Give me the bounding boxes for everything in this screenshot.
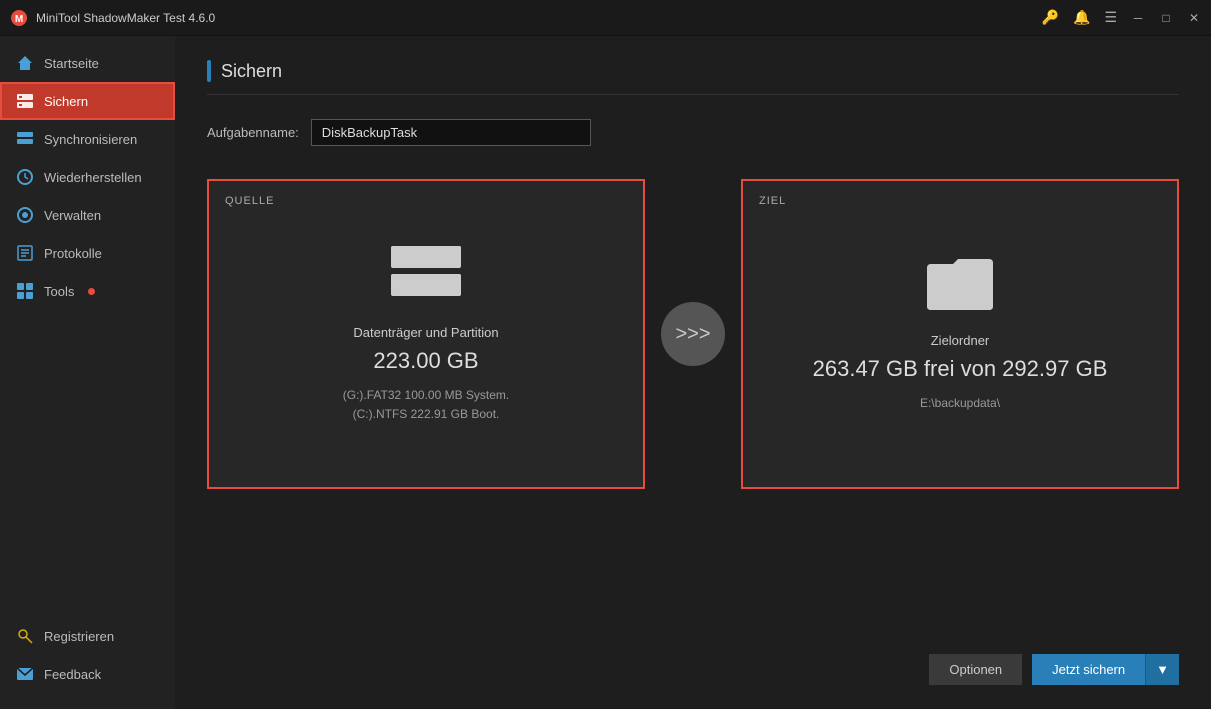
- options-button[interactable]: Optionen: [929, 654, 1022, 685]
- bell-icon[interactable]: 🔔: [1073, 9, 1090, 26]
- sidebar-label-verwalten: Verwalten: [44, 208, 101, 223]
- task-name-input[interactable]: [311, 119, 591, 146]
- restore-icon: [16, 168, 34, 186]
- destination-main-text: Zielordner: [931, 333, 990, 348]
- close-button[interactable]: ✕: [1187, 11, 1201, 25]
- arrow-symbol: >>>: [675, 323, 710, 346]
- main-content: Sichern Aufgabenname: QUELLE: [175, 36, 1211, 709]
- source-detail-text: (G:).FAT32 100.00 MB System. (C:).NTFS 2…: [343, 386, 510, 424]
- key-icon: [16, 627, 34, 645]
- backup-button-group: Jetzt sichern ▼: [1032, 654, 1179, 685]
- cards-row: QUELLE: [207, 174, 1179, 494]
- sidebar-item-synchronisieren[interactable]: Synchronisieren: [0, 120, 175, 158]
- sidebar-label-startseite: Startseite: [44, 56, 99, 71]
- home-icon: [16, 54, 34, 72]
- sidebar-label-feedback: Feedback: [44, 667, 101, 682]
- menu-icon[interactable]: ☰: [1104, 9, 1117, 26]
- svg-text:M: M: [15, 14, 23, 25]
- log-icon: [16, 244, 34, 262]
- source-main-text: Datenträger und Partition: [353, 325, 498, 340]
- app-body: Startseite Sichern Synchronisieren: [0, 36, 1211, 709]
- backup-icon: [16, 92, 34, 110]
- app-title: MiniTool ShadowMaker Test 4.6.0: [36, 11, 1042, 25]
- source-card-label: QUELLE: [225, 195, 274, 207]
- sidebar-label-registrieren: Registrieren: [44, 629, 114, 644]
- tools-notification-dot: [88, 288, 95, 295]
- sidebar-item-verwalten[interactable]: Verwalten: [0, 196, 175, 234]
- sidebar-label-wiederherstellen: Wiederherstellen: [44, 170, 142, 185]
- sidebar-item-sichern[interactable]: Sichern: [0, 82, 175, 120]
- destination-detail-text: E:\backupdata\: [920, 394, 1000, 413]
- window-controls: 🔑 🔔 ☰ ─ □ ✕: [1042, 9, 1201, 26]
- disk-icon: [386, 244, 466, 309]
- tools-icon: [16, 282, 34, 300]
- task-name-label: Aufgabenname:: [207, 125, 299, 140]
- destination-card[interactable]: ZIEL Zielordner 263.47 GB frei von 292.9…: [741, 179, 1179, 489]
- task-name-row: Aufgabenname:: [207, 119, 1179, 146]
- destination-size-text: 263.47 GB frei von 292.97 GB: [813, 356, 1108, 382]
- sidebar-label-protokolle: Protokolle: [44, 246, 102, 261]
- page-header: Sichern: [207, 60, 1179, 95]
- app-logo: M: [10, 9, 28, 27]
- sidebar-item-tools[interactable]: Tools: [0, 272, 175, 310]
- sidebar-footer: Registrieren Feedback: [0, 617, 175, 709]
- source-card[interactable]: QUELLE: [207, 179, 645, 489]
- backup-dropdown-button[interactable]: ▼: [1145, 654, 1179, 685]
- manage-icon: [16, 206, 34, 224]
- backup-button[interactable]: Jetzt sichern: [1032, 654, 1145, 685]
- transfer-arrow-button[interactable]: >>>: [661, 302, 725, 366]
- title-bar: M MiniTool ShadowMaker Test 4.6.0 🔑 🔔 ☰ …: [0, 0, 1211, 36]
- sidebar-item-wiederherstellen[interactable]: Wiederherstellen: [0, 158, 175, 196]
- sidebar-item-feedback[interactable]: Feedback: [0, 655, 175, 693]
- header-accent-bar: [207, 60, 211, 82]
- sidebar-item-protokolle[interactable]: Protokolle: [0, 234, 175, 272]
- source-size-text: 223.00 GB: [373, 348, 478, 374]
- destination-card-label: ZIEL: [759, 195, 786, 207]
- minimize-button[interactable]: ─: [1131, 11, 1145, 25]
- folder-icon: [925, 254, 995, 317]
- sidebar-label-sichern: Sichern: [44, 94, 88, 109]
- maximize-button[interactable]: □: [1159, 11, 1173, 25]
- action-buttons-row: Optionen Jetzt sichern ▼: [207, 642, 1179, 685]
- sidebar: Startseite Sichern Synchronisieren: [0, 36, 175, 709]
- sidebar-item-startseite[interactable]: Startseite: [0, 44, 175, 82]
- sidebar-item-registrieren[interactable]: Registrieren: [0, 617, 175, 655]
- key-titlebar-icon[interactable]: 🔑: [1042, 9, 1059, 26]
- sidebar-label-synchronisieren: Synchronisieren: [44, 132, 137, 147]
- page-title: Sichern: [221, 61, 282, 82]
- mail-icon: [16, 665, 34, 683]
- sidebar-label-tools: Tools: [44, 284, 74, 299]
- sync-icon: [16, 130, 34, 148]
